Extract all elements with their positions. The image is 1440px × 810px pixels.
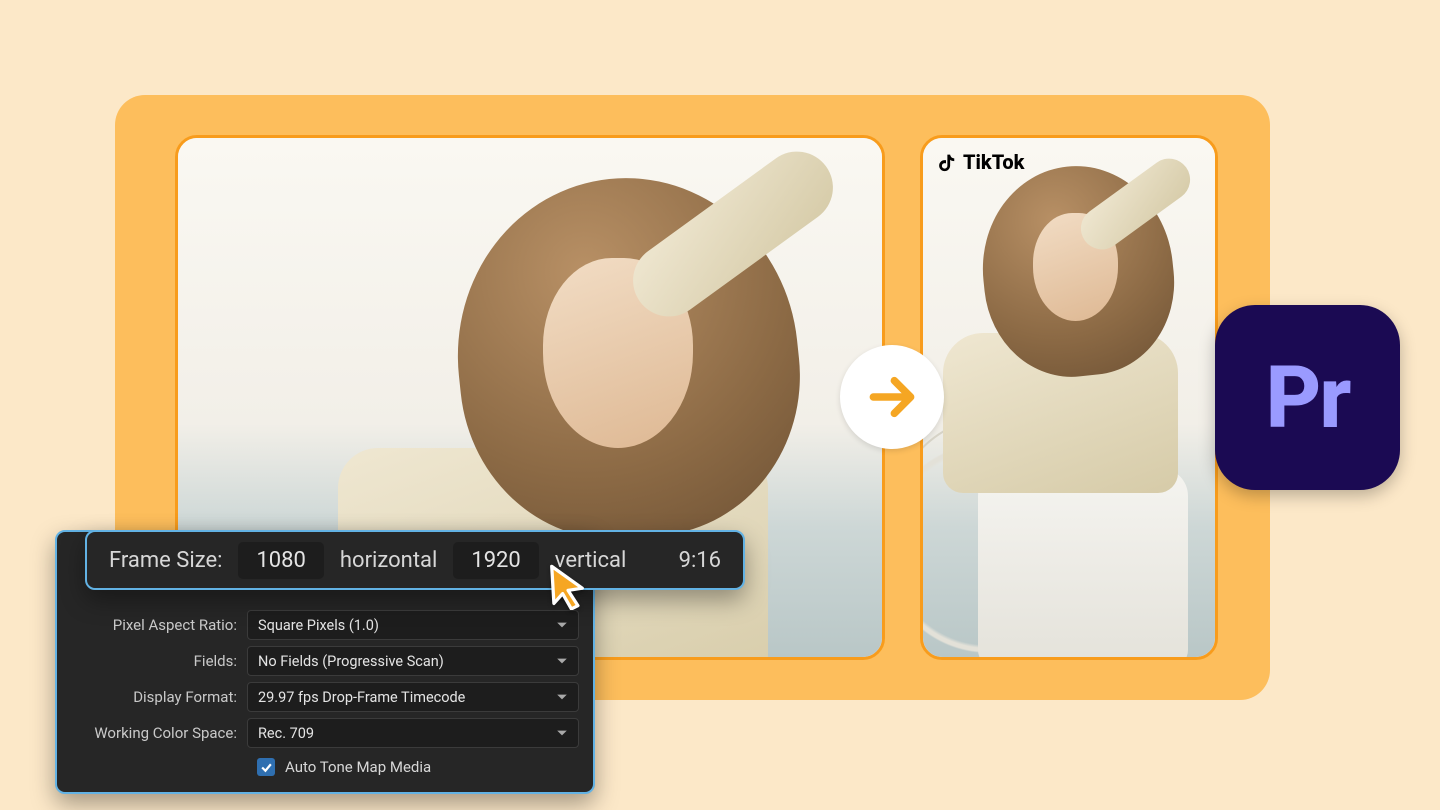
- pixel-aspect-label: Pixel Aspect Ratio:: [71, 616, 247, 634]
- color-space-value: Rec. 709: [258, 725, 314, 742]
- check-icon: [260, 761, 273, 774]
- tiktok-label: TikTok: [963, 150, 1024, 174]
- frame-aspect-display: 9:16: [679, 548, 721, 573]
- color-space-label: Working Color Space:: [71, 724, 247, 742]
- chevron-down-icon: [556, 727, 568, 739]
- pixel-aspect-select[interactable]: Square Pixels (1.0): [247, 610, 579, 640]
- output-preview: TikTok: [920, 135, 1218, 660]
- display-format-label: Display Format:: [71, 688, 247, 706]
- pixel-aspect-value: Square Pixels (1.0): [258, 617, 379, 634]
- tiktok-badge: TikTok: [935, 150, 1024, 174]
- auto-tone-label: Auto Tone Map Media: [285, 758, 431, 776]
- display-format-select[interactable]: 29.97 fps Drop-Frame Timecode: [247, 682, 579, 712]
- color-space-select[interactable]: Rec. 709: [247, 718, 579, 748]
- frame-height-input[interactable]: 1920: [453, 542, 538, 579]
- display-format-value: 29.97 fps Drop-Frame Timecode: [258, 689, 465, 706]
- fields-label: Fields:: [71, 652, 247, 670]
- chevron-down-icon: [556, 655, 568, 667]
- chevron-down-icon: [556, 619, 568, 631]
- transform-arrow: [840, 345, 944, 449]
- frame-size-row: Frame Size: 1080 horizontal 1920 vertica…: [85, 530, 745, 590]
- frame-size-label: Frame Size:: [109, 548, 222, 573]
- arrow-right-icon: [864, 369, 920, 425]
- auto-tone-checkbox[interactable]: [257, 758, 275, 776]
- cursor-icon: [545, 562, 589, 614]
- person-pants: [978, 468, 1188, 660]
- tiktok-icon: [935, 151, 957, 173]
- fields-value: No Fields (Progressive Scan): [258, 653, 444, 670]
- frame-horizontal-label: horizontal: [340, 548, 437, 573]
- frame-width-input[interactable]: 1080: [238, 542, 323, 579]
- fields-select[interactable]: No Fields (Progressive Scan): [247, 646, 579, 676]
- premiere-app-icon: Pr: [1215, 305, 1400, 490]
- premiere-abbrev: Pr: [1266, 347, 1350, 448]
- chevron-down-icon: [556, 691, 568, 703]
